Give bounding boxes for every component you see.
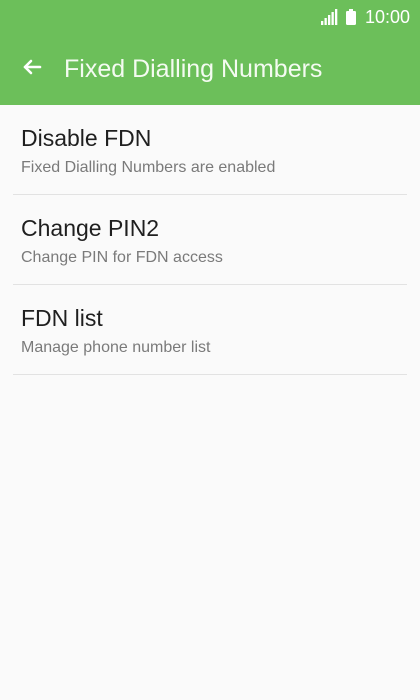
status-clock: 10:00 bbox=[364, 7, 410, 27]
list-item-title: Change PIN2 bbox=[21, 215, 160, 241]
back-button[interactable] bbox=[12, 47, 52, 87]
list-item-title: Disable FDN bbox=[21, 125, 152, 151]
fdn-settings-screen: 10:00 Fixed Dialling Numbers Disable FDN… bbox=[0, 0, 420, 700]
list-item-change-pin2[interactable]: Change PIN2 Change PIN for FDN access bbox=[13, 195, 407, 285]
list-item-fdn-list[interactable]: FDN list Manage phone number list bbox=[13, 285, 407, 375]
battery-icon bbox=[345, 9, 356, 25]
status-bar-right: 10:00 bbox=[320, 6, 410, 28]
signal-icon bbox=[320, 9, 338, 25]
toolbar: Fixed Dialling Numbers bbox=[0, 34, 420, 105]
list-item-title: FDN list bbox=[21, 305, 103, 331]
list-item-disable-fdn[interactable]: Disable FDN Fixed Dialling Numbers are e… bbox=[13, 105, 407, 195]
arrow-left-icon bbox=[23, 59, 42, 75]
app-bar: 10:00 Fixed Dialling Numbers bbox=[0, 0, 420, 105]
page-title: Fixed Dialling Numbers bbox=[64, 55, 323, 83]
status-bar: 10:00 bbox=[0, 0, 420, 34]
list-item-subtitle: Fixed Dialling Numbers are enabled bbox=[21, 159, 276, 176]
list-item-subtitle: Manage phone number list bbox=[21, 339, 211, 356]
list-item-subtitle: Change PIN for FDN access bbox=[21, 249, 223, 266]
settings-list: Disable FDN Fixed Dialling Numbers are e… bbox=[0, 105, 420, 375]
